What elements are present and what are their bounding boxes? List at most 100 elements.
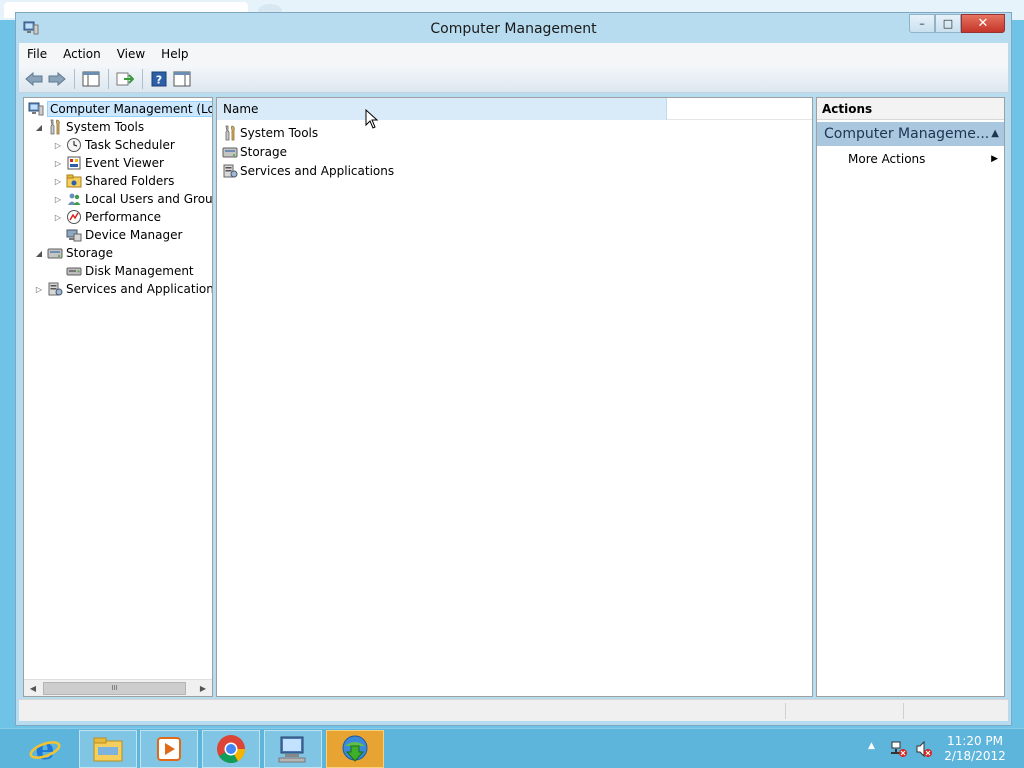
taskbar-chrome[interactable] — [202, 730, 260, 768]
expand-arrow-icon[interactable]: ▷ — [53, 158, 63, 168]
menu-view[interactable]: View — [109, 47, 153, 61]
download-manager-icon — [342, 735, 368, 762]
svg-text:?: ? — [156, 73, 162, 86]
list-item-label: System Tools — [240, 125, 319, 140]
device-manager-icon — [66, 229, 82, 242]
collapse-arrow-icon[interactable]: ◢ — [34, 122, 44, 132]
event-viewer-icon — [67, 156, 81, 170]
computer-management-window: Computer Management – □ ✕ File Action Vi… — [15, 12, 1012, 726]
show-hide-action-pane-button[interactable] — [171, 68, 193, 90]
network-disconnected-icon[interactable] — [890, 740, 908, 758]
expand-arrow-icon[interactable]: ▷ — [53, 194, 63, 204]
show-hide-console-tree-button[interactable] — [80, 68, 102, 90]
show-hidden-icons-button[interactable]: ▲ — [868, 741, 875, 751]
status-bar-divider — [785, 703, 786, 719]
list-item-services-and-applications[interactable]: Services and Applications — [222, 161, 394, 180]
tree-item-label: Storage — [66, 246, 113, 260]
title-bar[interactable]: Computer Management – □ ✕ — [16, 13, 1011, 43]
back-button[interactable] — [23, 68, 45, 90]
tree-item-label: Local Users and Groups — [85, 192, 213, 206]
internet-explorer-icon: e — [29, 733, 61, 765]
list-item-system-tools[interactable]: System Tools — [222, 123, 318, 142]
collapse-up-icon[interactable]: ▲ — [991, 122, 999, 146]
system-clock[interactable]: 11:20 PM 2/18/2012 — [940, 734, 1010, 764]
taskbar-media-player[interactable] — [140, 730, 198, 768]
services-icon — [48, 282, 63, 296]
tree-item-disk-management[interactable]: Disk Management — [53, 262, 194, 280]
expand-arrow-icon[interactable]: ▷ — [53, 140, 63, 150]
export-list-button[interactable] — [114, 68, 136, 90]
list-header: Name — [217, 98, 812, 120]
clock-date: 2/18/2012 — [944, 749, 1006, 763]
tree-item-shared-folders[interactable]: ▷ Shared Folders — [53, 172, 174, 190]
console-tree-icon — [82, 71, 100, 86]
expand-arrow-icon[interactable]: ▷ — [53, 176, 63, 186]
tree-item-system-tools[interactable]: ◢ System Tools — [34, 118, 144, 136]
list-item-storage[interactable]: Storage — [222, 142, 287, 161]
tree-item-computer-management-local[interactable]: Computer Management (Local — [28, 100, 212, 118]
tree-item-services-and-applications[interactable]: ▷ Services and Applications — [34, 280, 213, 298]
more-actions-item[interactable]: More Actions ▶ — [817, 149, 1004, 169]
services-icon — [223, 164, 238, 177]
scroll-thumb[interactable]: III — [43, 682, 186, 695]
actions-section-computer-management[interactable]: Computer Manageme... ▲ — [817, 122, 1004, 146]
tree-item-device-manager[interactable]: Device Manager — [53, 226, 182, 244]
menu-help[interactable]: Help — [153, 47, 196, 61]
performance-icon — [67, 210, 81, 224]
menu-file[interactable]: File — [19, 47, 55, 61]
tools-icon — [225, 125, 235, 140]
taskbar-file-explorer[interactable] — [79, 730, 137, 768]
tools-icon — [50, 119, 60, 135]
no-expander — [53, 230, 63, 240]
expand-arrow-icon[interactable]: ▷ — [53, 212, 63, 222]
column-header-name[interactable]: Name — [217, 98, 667, 120]
tree-item-task-scheduler[interactable]: ▷ Task Scheduler — [53, 136, 175, 154]
scroll-left-arrow-icon[interactable]: ◀ — [26, 682, 40, 695]
close-button[interactable]: ✕ — [961, 14, 1005, 33]
svg-text:e: e — [35, 733, 54, 765]
tree-item-label: Computer Management (Local — [47, 101, 212, 117]
submenu-arrow-icon: ▶ — [991, 154, 998, 164]
maximize-button[interactable]: □ — [935, 14, 961, 33]
list-item-label: Services and Applications — [240, 163, 395, 178]
back-arrow-icon — [25, 71, 43, 86]
taskbar-download-manager[interactable] — [326, 730, 384, 768]
window-title: Computer Management — [430, 21, 597, 37]
clock-icon — [67, 138, 81, 152]
users-icon — [68, 193, 81, 205]
collapse-arrow-icon[interactable]: ◢ — [34, 248, 44, 258]
no-expander — [53, 266, 63, 276]
help-icon: ? — [151, 71, 167, 86]
menu-bar: File Action View Help — [19, 43, 1008, 65]
computer-management-icon — [278, 736, 306, 763]
forward-button[interactable] — [46, 68, 68, 90]
minimize-button[interactable]: – — [909, 14, 935, 33]
volume-muted-icon[interactable] — [915, 740, 933, 758]
tree-item-label: System Tools — [66, 120, 145, 134]
disk-icon — [66, 267, 82, 276]
actions-header: Actions — [817, 98, 1004, 120]
expand-arrow-icon[interactable]: ▷ — [34, 284, 44, 294]
tree-item-performance[interactable]: ▷ Performance — [53, 208, 161, 226]
taskbar: e ▲ 11:20 PM 2/18/2012 — [0, 728, 1024, 768]
media-player-icon — [157, 737, 181, 761]
mouse-cursor-icon — [365, 109, 379, 129]
file-explorer-icon — [93, 737, 123, 762]
console-tree-pane[interactable]: Computer Management (Local◢System Tools▷… — [23, 97, 213, 697]
menu-action[interactable]: Action — [55, 47, 109, 61]
taskbar-computer-management[interactable] — [264, 730, 322, 768]
tree-item-label: Performance — [85, 210, 162, 224]
tree-horizontal-scrollbar[interactable]: ◀ III ▶ — [24, 679, 212, 696]
storage-icon — [47, 248, 63, 259]
tree-item-event-viewer[interactable]: ▷ Event Viewer — [53, 154, 164, 172]
tree-item-label: Services and Applications — [66, 282, 213, 296]
help-button[interactable]: ? — [148, 68, 170, 90]
tree-item-storage[interactable]: ◢ Storage — [34, 244, 113, 262]
taskbar-internet-explorer[interactable]: e — [16, 730, 74, 768]
tree-item-local-users-and-groups[interactable]: ▷ Local Users and Groups — [53, 190, 213, 208]
scroll-right-arrow-icon[interactable]: ▶ — [196, 682, 210, 695]
results-list-pane[interactable]: Name System Tools Storage Services and App… — [216, 97, 813, 697]
tree-item-label: Event Viewer — [85, 156, 164, 170]
tree-item-label: Disk Management — [85, 264, 194, 278]
tree-item-label: Task Scheduler — [85, 138, 175, 152]
